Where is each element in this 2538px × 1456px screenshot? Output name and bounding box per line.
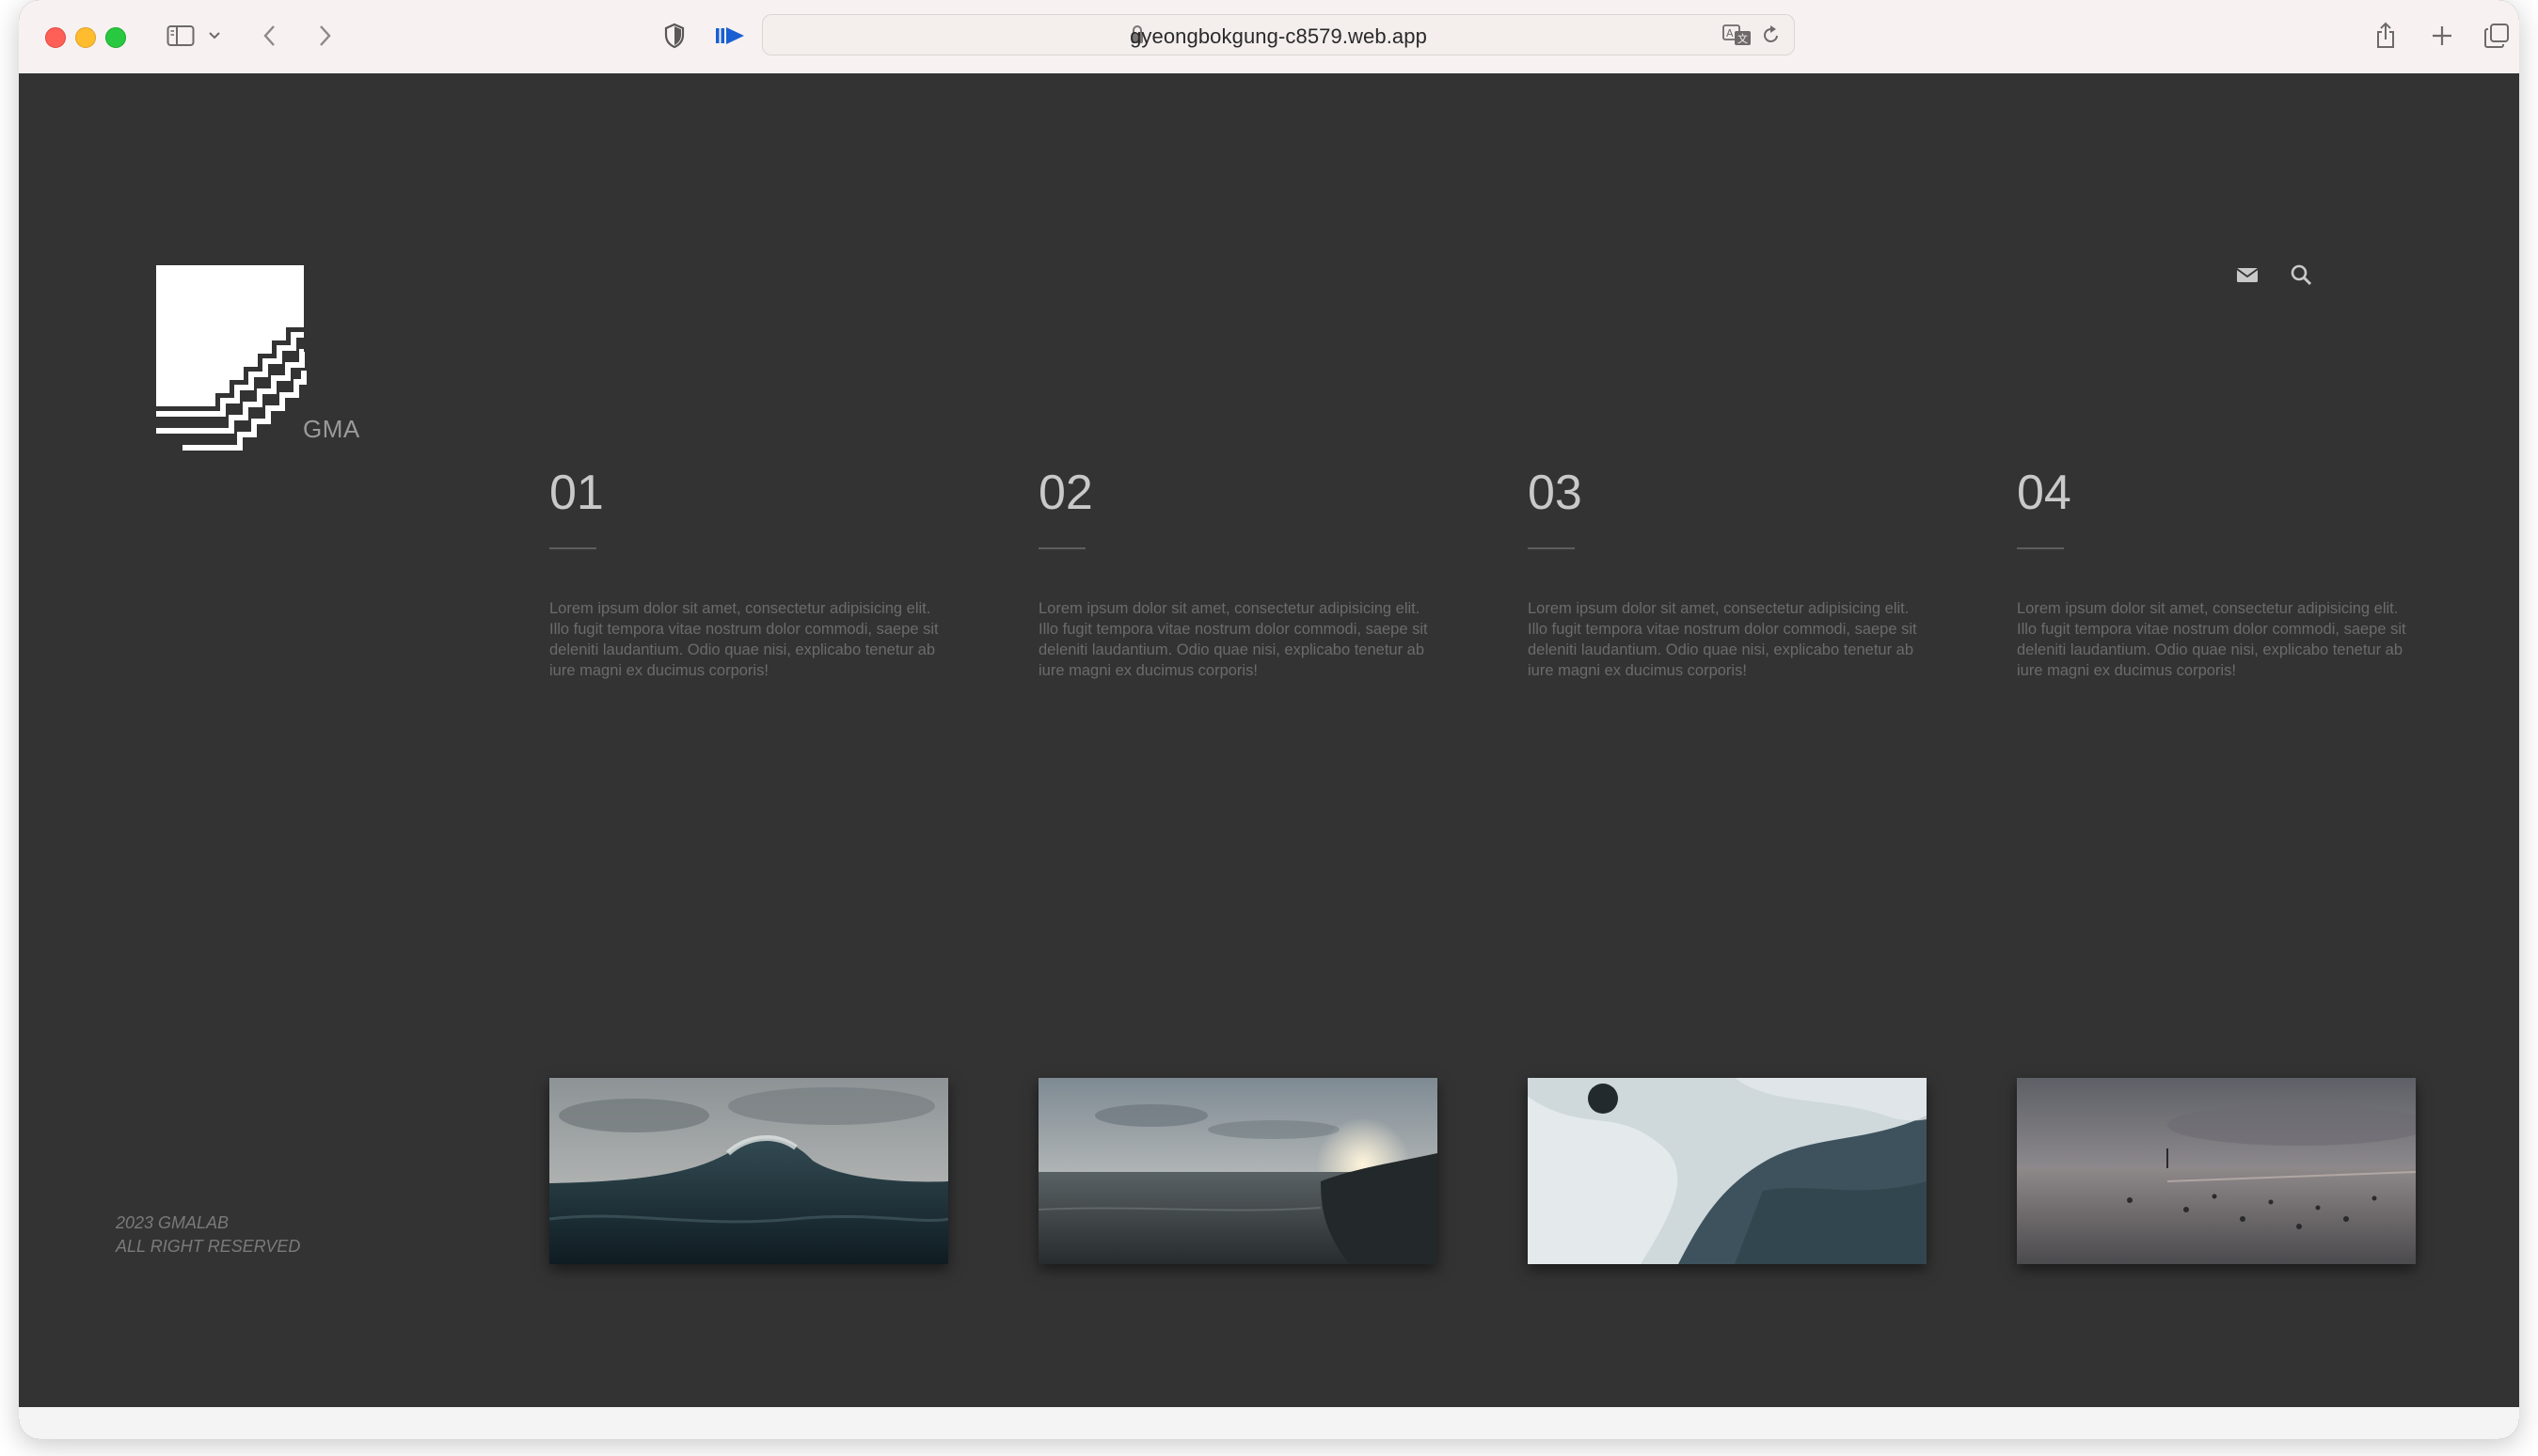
feature-column: 02 Lorem ipsum dolor sit amet, consectet…: [1039, 468, 1443, 681]
browser-window: gyeongbokgung-c8579.web.app A文 GMA 01 Lo…: [19, 0, 2519, 1439]
column-text: Lorem ipsum dolor sit amet, consectetur …: [1528, 600, 1917, 679]
site-footer: 2023 GMALAB ALL RIGHT RESERVED: [116, 1211, 300, 1258]
column-number: 04: [2017, 466, 2071, 520]
back-icon[interactable]: [256, 17, 284, 55]
shield-icon[interactable]: [658, 17, 690, 55]
column-text: Lorem ipsum dolor sit amet, consectetur …: [1039, 600, 1428, 679]
reload-icon[interactable]: [1762, 24, 1781, 50]
feature-column: 03 Lorem ipsum dolor sit amet, consectet…: [1528, 468, 1932, 681]
column-divider: [549, 547, 596, 549]
sidebar-icon[interactable]: [162, 17, 199, 55]
feature-column: 04 Lorem ipsum dolor sit amet, consectet…: [2017, 468, 2421, 681]
column-number: 02: [1039, 466, 1093, 520]
translate-icon[interactable]: A文: [1722, 24, 1753, 51]
footer-rights: ALL RIGHT RESERVED: [116, 1237, 301, 1256]
minimize-window-button[interactable]: [75, 27, 96, 48]
column-number: 03: [1528, 466, 1582, 520]
reader-icon[interactable]: [711, 17, 749, 55]
share-icon[interactable]: [2369, 17, 2403, 55]
feature-column: 01 Lorem ipsum dolor sit amet, consectet…: [549, 468, 954, 681]
zoom-window-button[interactable]: [105, 27, 126, 48]
logo-text: GMA: [303, 415, 360, 443]
url-text: gyeongbokgung-c8579.web.app: [1130, 24, 1427, 48]
chevron-down-icon[interactable]: [203, 17, 226, 55]
forward-icon[interactable]: [310, 17, 339, 55]
aerial-surf-thumbnail[interactable]: [1528, 1078, 1927, 1264]
column-divider: [1039, 547, 1086, 549]
tabs-icon[interactable]: [2480, 17, 2514, 55]
address-bar[interactable]: gyeongbokgung-c8579.web.app A文: [762, 14, 1795, 55]
page-bottom-edge: [19, 1407, 2519, 1439]
close-window-button[interactable]: [45, 27, 66, 48]
new-tab-icon[interactable]: [2425, 17, 2459, 55]
sunset-coast-thumbnail[interactable]: [1039, 1078, 1437, 1264]
column-divider: [2017, 547, 2064, 549]
column-number: 01: [549, 466, 604, 520]
mail-icon[interactable]: [2236, 265, 2259, 289]
svg-text:文: 文: [1737, 32, 1748, 45]
search-icon[interactable]: [2290, 263, 2312, 291]
svg-text:A: A: [1726, 27, 1734, 40]
surfers-dusk-thumbnail[interactable]: [2017, 1078, 2416, 1264]
browser-toolbar: gyeongbokgung-c8579.web.app A文: [19, 0, 2519, 74]
footer-year: 2023 GMALAB: [116, 1213, 230, 1232]
column-text: Lorem ipsum dolor sit amet, consectetur …: [549, 600, 939, 679]
column-text: Lorem ipsum dolor sit amet, consectetur …: [2017, 600, 2406, 679]
page-viewport: GMA 01 Lorem ipsum dolor sit amet, conse…: [19, 73, 2519, 1407]
ocean-wave-thumbnail[interactable]: [549, 1078, 948, 1264]
column-divider: [1528, 547, 1575, 549]
